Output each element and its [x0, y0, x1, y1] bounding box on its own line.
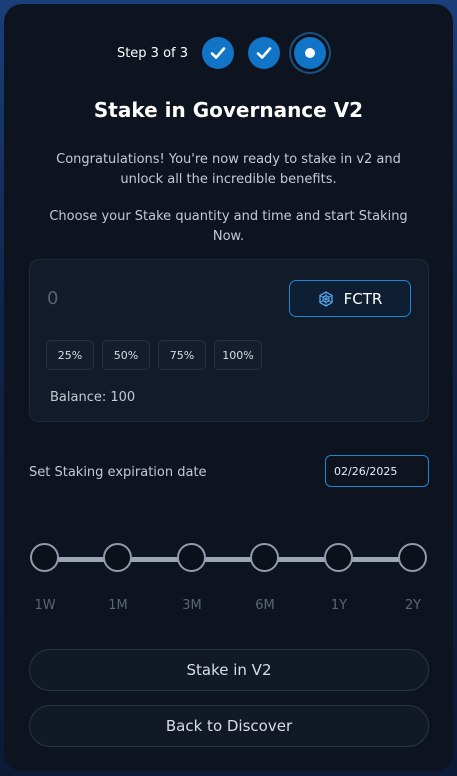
- slider-stop-1y[interactable]: [324, 543, 353, 572]
- percent-100-button[interactable]: 100%: [214, 340, 262, 370]
- token-select-button[interactable]: FCTR: [289, 280, 411, 317]
- expiration-label: Set Staking expiration date: [29, 465, 207, 480]
- amount-input[interactable]: 0: [47, 288, 58, 309]
- checkmark-icon: [256, 47, 272, 59]
- percent-25-button[interactable]: 25%: [46, 340, 94, 370]
- step-3-current: [294, 37, 327, 69]
- instructions-text: Choose your Stake quantity and time and …: [49, 209, 408, 244]
- slider-stop-6m[interactable]: [250, 543, 279, 572]
- percent-50-button[interactable]: 50%: [102, 340, 150, 370]
- slider-stop-1w[interactable]: [30, 543, 59, 572]
- congratulations-text: Congratulations! You're now ready to sta…: [56, 152, 401, 187]
- slider-stop-2y[interactable]: [398, 543, 427, 572]
- balance-text: Balance: 100: [50, 390, 136, 405]
- back-to-discover-button[interactable]: Back to Discover: [29, 705, 429, 747]
- expiration-date-input[interactable]: [325, 455, 429, 487]
- step-2-complete: [248, 37, 281, 69]
- duration-label-3m[interactable]: 3M: [172, 598, 212, 613]
- slider-track[interactable]: [45, 557, 413, 562]
- slider-stop-1m[interactable]: [103, 543, 132, 572]
- duration-slider[interactable]: [29, 542, 429, 576]
- stake-v2-button[interactable]: Stake in V2: [29, 649, 429, 691]
- duration-label-6m[interactable]: 6M: [245, 598, 285, 613]
- duration-label-1m[interactable]: 1M: [98, 598, 138, 613]
- duration-label-1w[interactable]: 1W: [25, 598, 65, 613]
- step-1-complete: [202, 37, 235, 69]
- step-indicator: Step 3 of 3: [4, 34, 453, 72]
- checkmark-icon: [210, 47, 226, 59]
- token-label: FCTR: [343, 289, 383, 308]
- duration-label-2y[interactable]: 2Y: [393, 598, 433, 613]
- duration-label-1y[interactable]: 1Y: [319, 598, 359, 613]
- fctr-logo-icon: [319, 290, 333, 307]
- current-step-dot-icon: [305, 48, 316, 58]
- slider-stop-3m[interactable]: [177, 543, 206, 572]
- step-label: Step 3 of 3: [116, 45, 189, 61]
- page-title: Stake in Governance V2: [93, 98, 364, 122]
- percent-buttons: 25% 50% 75% 100%: [46, 340, 262, 370]
- stake-card: Step 3 of 3 Stake in Governance V2 Congr…: [4, 4, 453, 771]
- percent-75-button[interactable]: 75%: [158, 340, 206, 370]
- duration-labels: 1W 1M 3M 6M 1Y 2Y: [29, 598, 429, 616]
- stake-amount-panel: 0 FCTR 25% 50% 75% 100% Balance: 100: [29, 259, 429, 422]
